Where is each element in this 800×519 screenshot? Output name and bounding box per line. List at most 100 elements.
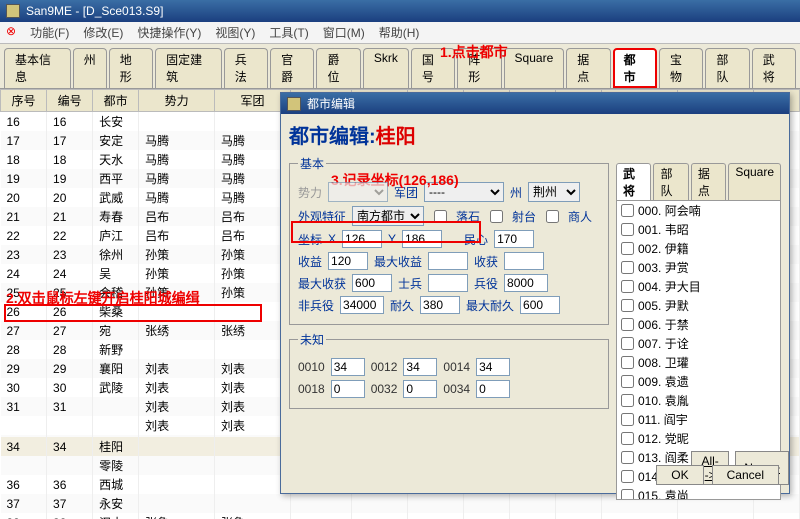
- side-tab[interactable]: Square: [728, 163, 781, 200]
- tab-兵法[interactable]: 兵法: [224, 48, 268, 88]
- naijiu-input[interactable]: [420, 296, 460, 314]
- list-item[interactable]: 001. 韦昭: [617, 220, 780, 239]
- group-unknown: 未知 0010 0012 0014 0018 0032 0034: [289, 331, 609, 409]
- menu-item[interactable]: 快捷操作(Y): [137, 24, 201, 41]
- menu-item[interactable]: ⊗: [6, 24, 16, 41]
- col-header[interactable]: 序号: [1, 90, 47, 112]
- list-item-check[interactable]: [621, 318, 634, 331]
- list-item[interactable]: 004. 尹大目: [617, 277, 780, 296]
- tab-州[interactable]: 州: [73, 48, 107, 88]
- side-panel: 武将部队据点Square 000. 阿会喃001. 韦昭002. 伊籍003. …: [616, 163, 781, 500]
- dialog-buttons: OK Cancel: [656, 465, 779, 485]
- menu-item[interactable]: 窗口(M): [323, 24, 365, 41]
- list-item-check[interactable]: [621, 356, 634, 369]
- tab-固定建筑[interactable]: 固定建筑: [155, 48, 222, 88]
- app-icon: [6, 4, 20, 18]
- list-item-check[interactable]: [621, 394, 634, 407]
- table-row[interactable]: 3838汉中张鲁张鲁: [1, 513, 800, 519]
- list-item-check[interactable]: [621, 204, 634, 217]
- list-item[interactable]: 006. 于禁: [617, 315, 780, 334]
- list-item[interactable]: 003. 尹赏: [617, 258, 780, 277]
- list-item-check[interactable]: [621, 242, 634, 255]
- u0032-input[interactable]: [403, 380, 437, 398]
- list-item[interactable]: 002. 伊籍: [617, 239, 780, 258]
- menu-item[interactable]: 工具(T): [269, 24, 308, 41]
- tab-爵位[interactable]: 爵位: [316, 48, 360, 88]
- maxshouhuo-input[interactable]: [352, 274, 392, 292]
- u0018-input[interactable]: [331, 380, 365, 398]
- list-item-check[interactable]: [621, 489, 634, 500]
- window-title: San9ME - [D_Sce013.S9]: [26, 0, 163, 22]
- list-item-check[interactable]: [621, 451, 634, 464]
- coord-x-input[interactable]: [342, 230, 382, 248]
- tab-据点[interactable]: 据点: [566, 48, 610, 88]
- ok-button[interactable]: OK: [656, 465, 703, 485]
- appearance-select[interactable]: 南方都市: [352, 206, 424, 226]
- u0010-input[interactable]: [331, 358, 365, 376]
- menu-item[interactable]: 视图(Y): [215, 24, 255, 41]
- side-tab[interactable]: 武将: [616, 163, 651, 200]
- list-item-check[interactable]: [621, 280, 634, 293]
- list-item[interactable]: 000. 阿会喃: [617, 201, 780, 220]
- menu-item[interactable]: 修改(E): [83, 24, 123, 41]
- tab-部队[interactable]: 部队: [705, 48, 749, 88]
- shouhuo-input[interactable]: [504, 252, 544, 270]
- tab-官爵[interactable]: 官爵: [270, 48, 314, 88]
- u0012-input[interactable]: [403, 358, 437, 376]
- maxnaijiu-input[interactable]: [520, 296, 560, 314]
- side-tab[interactable]: 据点: [691, 163, 726, 200]
- list-item[interactable]: 012. 党昵: [617, 429, 780, 448]
- list-item-check[interactable]: [621, 375, 634, 388]
- list-item-check[interactable]: [621, 223, 634, 236]
- maxshouyi-input[interactable]: [428, 252, 468, 270]
- list-item[interactable]: 008. 卫瓘: [617, 353, 780, 372]
- list-item-check[interactable]: [621, 337, 634, 350]
- side-tab[interactable]: 部队: [653, 163, 688, 200]
- tab-基本信息[interactable]: 基本信息: [4, 48, 71, 88]
- menu-item[interactable]: 帮助(H): [379, 24, 420, 41]
- list-item[interactable]: 011. 阎宇: [617, 410, 780, 429]
- list-item[interactable]: 015. 袁尚: [617, 486, 780, 500]
- list-item-check[interactable]: [621, 470, 634, 483]
- dialog-title: 都市编辑: [307, 95, 355, 112]
- shedai-check[interactable]: [490, 210, 503, 223]
- list-item-check[interactable]: [621, 413, 634, 426]
- dialog-titlebar: 都市编辑: [281, 93, 789, 114]
- list-item[interactable]: 010. 袁胤: [617, 391, 780, 410]
- bing-input[interactable]: [428, 274, 468, 292]
- main-tabs: 1.点击都市 基本信息州地形固定建筑兵法官爵爵位Skrk国号阵形Square据点…: [0, 44, 800, 88]
- feibing-input[interactable]: [340, 296, 384, 314]
- shouyi-input[interactable]: [328, 252, 368, 270]
- list-item-check[interactable]: [621, 432, 634, 445]
- list-item-check[interactable]: [621, 261, 634, 274]
- tab-Skrk[interactable]: Skrk: [363, 48, 409, 88]
- coord-y-input[interactable]: [402, 230, 442, 248]
- dialog-icon: [287, 97, 301, 111]
- u0034-input[interactable]: [476, 380, 510, 398]
- annotation-1: 1.点击都市: [440, 42, 508, 62]
- side-tabset: 武将部队据点Square: [616, 163, 781, 200]
- luoshi-check[interactable]: [434, 210, 447, 223]
- tab-Square[interactable]: Square: [504, 48, 565, 88]
- list-item[interactable]: 005. 尹默: [617, 296, 780, 315]
- bingyi-input[interactable]: [504, 274, 548, 292]
- annotation-2: 2.双击鼠标左键开启桂阳城编缉: [6, 288, 200, 308]
- zhou-select[interactable]: 荆州: [528, 182, 580, 202]
- col-header[interactable]: 势力: [139, 90, 215, 112]
- list-item-check[interactable]: [621, 299, 634, 312]
- list-item[interactable]: 009. 袁遗: [617, 372, 780, 391]
- u0014-input[interactable]: [476, 358, 510, 376]
- menubar: ⊗ 功能(F) 修改(E) 快捷操作(Y) 视图(Y) 工具(T) 窗口(M) …: [0, 22, 800, 44]
- cancel-button[interactable]: Cancel: [712, 465, 779, 485]
- tab-地形[interactable]: 地形: [109, 48, 153, 88]
- shangren-check[interactable]: [546, 210, 559, 223]
- dialog-heading: 都市编辑:桂阳: [289, 120, 781, 149]
- tab-宝物[interactable]: 宝物: [659, 48, 703, 88]
- tab-都市[interactable]: 都市: [613, 48, 657, 88]
- menu-item[interactable]: 功能(F): [30, 24, 69, 41]
- list-item[interactable]: 007. 于诠: [617, 334, 780, 353]
- col-header[interactable]: 编号: [47, 90, 93, 112]
- tab-武将[interactable]: 武将: [752, 48, 796, 88]
- col-header[interactable]: 都市: [93, 90, 139, 112]
- minxin-input[interactable]: [494, 230, 534, 248]
